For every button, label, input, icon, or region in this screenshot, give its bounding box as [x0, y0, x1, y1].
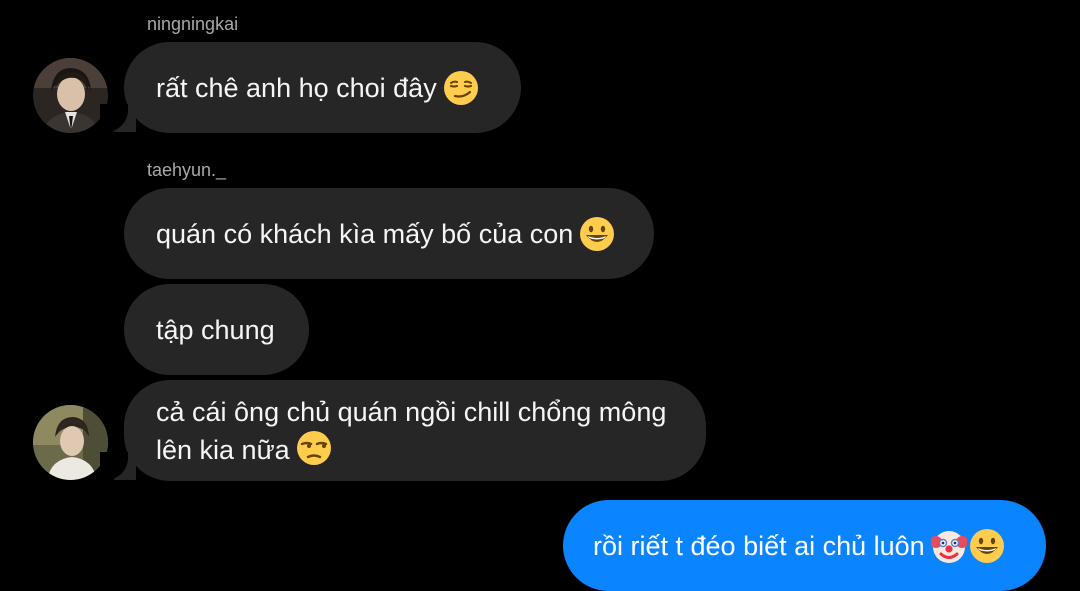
avatar-photo-icon [33, 405, 108, 480]
sender-name[interactable]: ningningkai [147, 14, 238, 34]
avatar-photo-icon [33, 58, 108, 133]
message-text: tập chung [156, 314, 275, 345]
message-bubble[interactable]: quán có khách kìa mấy bố của con [124, 188, 654, 279]
message-text-line: cả cái ông chủ quán ngồi chill chổng môn… [156, 397, 667, 427]
grinning-emoji-icon [580, 216, 615, 251]
message-text: quán có khách kìa mấy bố của con [156, 218, 574, 249]
sender-avatar[interactable] [33, 58, 108, 133]
message-text-line-with-emoji: lên kia nữa [156, 430, 666, 468]
unamused-emoji-icon [296, 431, 331, 465]
message-text: rồi riết t đéo biết ai chủ luôn [593, 530, 925, 561]
message-text-line: lên kia nữa [156, 435, 290, 465]
message-bubble[interactable]: tập chung [124, 284, 309, 375]
message-content: cả cái ông chủ quán ngồi chill chổng môn… [156, 394, 666, 468]
bubble-tail [100, 452, 136, 480]
grinning-emoji-icon [969, 528, 1004, 563]
sender-avatar[interactable] [33, 405, 108, 480]
outgoing-message-bubble[interactable]: rồi riết t đéo biết ai chủ luôn [563, 500, 1046, 591]
message-bubble[interactable]: rất chê anh họ choi đây [124, 42, 521, 133]
sender-name[interactable]: taehyun._ [147, 160, 226, 180]
message-bubble[interactable]: cả cái ông chủ quán ngồi chill chổng môn… [124, 380, 706, 481]
bubble-tail [100, 104, 136, 132]
clown-emoji-icon [930, 530, 967, 563]
smirk-emoji-icon [443, 70, 478, 105]
message-text: rất chê anh họ choi đây [156, 72, 437, 103]
